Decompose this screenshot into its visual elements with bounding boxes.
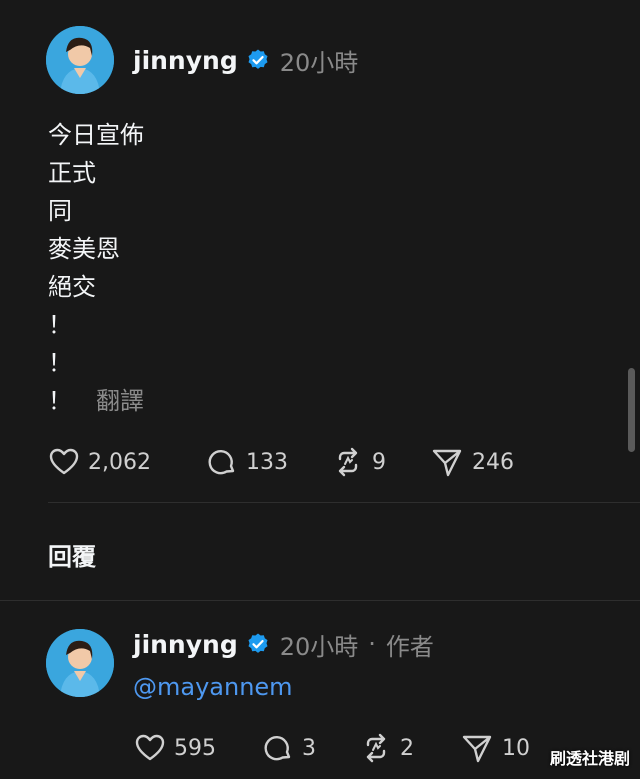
share-icon bbox=[462, 735, 492, 763]
avatar[interactable] bbox=[46, 26, 114, 94]
separator-dot: · bbox=[368, 630, 376, 658]
watermark: 刷透社港剧 bbox=[549, 749, 630, 768]
share-button[interactable]: 10 bbox=[460, 732, 530, 764]
post-line: ！ bbox=[48, 311, 72, 339]
repost-icon bbox=[366, 733, 386, 763]
verified-badge-icon bbox=[248, 49, 268, 69]
comment-count: 133 bbox=[246, 449, 288, 475]
post-line: 同 bbox=[48, 197, 72, 225]
translate-link[interactable]: 翻譯 bbox=[96, 387, 144, 415]
like-count: 595 bbox=[174, 735, 216, 761]
avatar[interactable] bbox=[46, 629, 114, 697]
comment-count: 3 bbox=[302, 735, 316, 761]
mention-link[interactable]: @mayannem bbox=[133, 673, 293, 701]
post-line: 麥美恩 bbox=[48, 235, 120, 263]
repost-count: 2 bbox=[400, 735, 414, 761]
heart-icon bbox=[135, 734, 165, 761]
verified-badge-icon bbox=[248, 633, 268, 653]
share-count: 10 bbox=[502, 735, 530, 761]
comment-icon bbox=[208, 449, 235, 475]
divider bbox=[48, 502, 640, 503]
divider bbox=[0, 600, 640, 601]
like-count: 2,062 bbox=[88, 449, 151, 475]
share-count: 246 bbox=[472, 449, 514, 475]
repost-count: 9 bbox=[372, 449, 386, 475]
heart-icon bbox=[49, 448, 79, 475]
post-line: ！ bbox=[48, 387, 72, 415]
post-header: jinnyng 20小時 bbox=[133, 42, 358, 78]
like-button[interactable]: 2,062 bbox=[48, 446, 151, 478]
post-line: 絕交 bbox=[48, 273, 96, 301]
reply-header: jinnyng 20小時 · 作者 bbox=[133, 626, 434, 662]
username[interactable]: jinnyng bbox=[133, 630, 238, 659]
repost-button[interactable]: 9 bbox=[332, 446, 386, 478]
scrollbar-thumb[interactable] bbox=[628, 368, 635, 452]
like-button[interactable]: 595 bbox=[134, 732, 216, 764]
post-line: 今日宣佈 bbox=[48, 121, 144, 149]
comment-button[interactable]: 133 bbox=[206, 446, 288, 478]
username[interactable]: jinnyng bbox=[133, 46, 238, 75]
threads-post-view: jinnyng 20小時 今日宣佈 正式 同 麥美恩 絕交 ！ ！ ！ 翻譯 2,… bbox=[0, 0, 640, 779]
comment-icon bbox=[264, 735, 291, 761]
post-time: 20小時 bbox=[279, 48, 359, 77]
comment-button[interactable]: 3 bbox=[262, 732, 316, 764]
author-label: 作者 bbox=[385, 632, 434, 661]
post-line: ！ bbox=[48, 349, 72, 377]
share-button[interactable]: 246 bbox=[430, 446, 514, 478]
post-line-last: ！ 翻譯 bbox=[48, 382, 144, 420]
replies-heading[interactable]: 回覆 bbox=[48, 537, 96, 572]
repost-icon bbox=[338, 447, 358, 477]
share-icon bbox=[432, 449, 462, 477]
repost-button[interactable]: 2 bbox=[360, 732, 414, 764]
post-line: 正式 bbox=[48, 159, 96, 187]
post-text: 今日宣佈 正式 同 麥美恩 絕交 ！ ！ ！ 翻譯 bbox=[48, 116, 144, 420]
reply-time: 20小時 bbox=[279, 632, 359, 661]
